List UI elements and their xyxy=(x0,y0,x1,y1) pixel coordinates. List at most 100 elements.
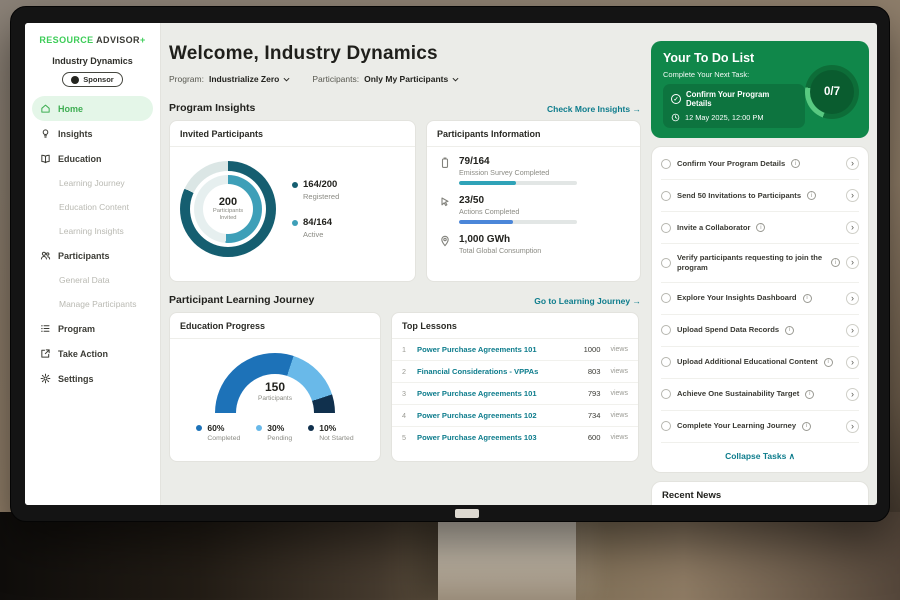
learning-journey-title: Participant Learning Journey xyxy=(169,294,314,306)
info-icon[interactable]: i xyxy=(785,326,794,335)
todo-panel: Your To Do List Complete Your Next Task:… xyxy=(649,23,877,505)
sponsor-icon xyxy=(71,76,79,84)
chevron-right-icon[interactable]: › xyxy=(846,356,859,369)
task-row-send-invitations[interactable]: Send 50 Invitations to Participants i › xyxy=(661,180,859,212)
info-icon[interactable]: i xyxy=(807,191,816,200)
gauge-center-label: Participants xyxy=(215,395,335,402)
checkbox-icon[interactable] xyxy=(661,325,671,335)
chevron-right-icon[interactable]: › xyxy=(846,256,859,269)
info-icon[interactable]: i xyxy=(803,294,812,303)
go-to-learning-journey-link[interactable]: Go to Learning Journey → xyxy=(534,296,641,306)
info-icon[interactable]: i xyxy=(824,358,833,367)
info-icon[interactable]: i xyxy=(802,422,811,431)
checkbox-icon[interactable] xyxy=(661,223,671,233)
consumption-stat: 1,000 GWh Total Global Consumption xyxy=(439,234,628,255)
invited-participants-card: Invited Participants 200 Participants In… xyxy=(169,120,416,282)
checkbox-icon[interactable] xyxy=(661,357,671,367)
donut-center-label: Participants Invited xyxy=(207,208,249,222)
sidebar-item-take-action[interactable]: Take Action xyxy=(25,341,160,366)
sidebar-item-learning-journey[interactable]: Learning Journey xyxy=(25,171,160,195)
task-row-explore-insights[interactable]: Explore Your Insights Dashboard i › xyxy=(661,283,859,315)
info-icon[interactable]: i xyxy=(831,258,840,267)
lightbulb-icon xyxy=(40,128,51,139)
chevron-down-icon xyxy=(452,77,459,82)
task-row-complete-learning-journey[interactable]: Complete Your Learning Journey i › xyxy=(661,411,859,443)
checkbox-icon[interactable] xyxy=(661,421,671,431)
todo-progress-ring: 0/7 xyxy=(805,65,859,119)
lesson-row: 3 Power Purchase Agreements 101 793views xyxy=(392,383,638,405)
book-icon xyxy=(40,153,51,164)
completed-dot-icon xyxy=(196,425,202,431)
arrow-right-icon: → xyxy=(633,296,642,306)
sidebar-item-insights[interactable]: Insights xyxy=(25,121,160,146)
education-progress-title: Education Progress xyxy=(170,313,380,339)
program-insights-cards: Invited Participants 200 Participants In… xyxy=(169,120,641,282)
sidebar-item-learning-insights[interactable]: Learning Insights xyxy=(25,219,160,243)
lesson-link[interactable]: Power Purchase Agreements 102 xyxy=(417,411,581,420)
participants-filter[interactable]: Participants: Only My Participants xyxy=(312,74,459,84)
sidebar-item-program[interactable]: Program xyxy=(25,316,160,341)
legend-item-completed: 60% Completed xyxy=(196,423,240,442)
people-icon xyxy=(40,250,51,261)
check-more-insights-link[interactable]: Check More Insights → xyxy=(547,104,641,114)
task-row-upload-spend-data[interactable]: Upload Spend Data Records i › xyxy=(661,315,859,347)
participants-information-card: Participants Information 79/164 Emission… xyxy=(426,120,641,282)
participants-information-title: Participants Information xyxy=(427,121,640,147)
emission-survey-stat: 79/164 Emission Survey Completed xyxy=(439,156,628,185)
education-gauge-chart: 150 Participants xyxy=(215,353,335,413)
sidebar: RESOURCE ADVISOR+ Industry Dynamics Spon… xyxy=(25,23,161,505)
checkbox-icon[interactable] xyxy=(661,293,671,303)
checkbox-icon[interactable] xyxy=(661,258,671,268)
lesson-link[interactable]: Power Purchase Agreements 103 xyxy=(417,433,581,442)
next-task-box[interactable]: ✓ Confirm Your Program Details 12 May 20… xyxy=(663,84,805,128)
sidebar-item-manage-participants[interactable]: Manage Participants xyxy=(25,292,160,316)
info-icon[interactable]: i xyxy=(791,159,800,168)
chevron-right-icon[interactable]: › xyxy=(846,324,859,337)
emission-progress-bar xyxy=(459,181,577,185)
brand-logo: RESOURCE ADVISOR+ xyxy=(25,35,160,45)
checkbox-icon[interactable] xyxy=(661,159,671,169)
monitor-bezel: RESOURCE ADVISOR+ Industry Dynamics Spon… xyxy=(10,6,890,522)
chevron-right-icon[interactable]: › xyxy=(846,157,859,170)
todo-tasks-card: Confirm Your Program Details i › Send 50… xyxy=(651,146,869,473)
pending-dot-icon xyxy=(256,425,262,431)
cursor-icon xyxy=(439,196,451,208)
chevron-right-icon[interactable]: › xyxy=(846,420,859,433)
sidebar-item-education[interactable]: Education xyxy=(25,146,160,171)
program-filter[interactable]: Program: Industrialize Zero xyxy=(169,74,290,84)
info-icon[interactable]: i xyxy=(805,390,814,399)
chevron-right-icon[interactable]: › xyxy=(846,388,859,401)
chevron-down-icon xyxy=(283,77,290,82)
task-row-achieve-target[interactable]: Achieve One Sustainability Target i › xyxy=(661,379,859,411)
checkbox-icon[interactable] xyxy=(661,389,671,399)
chevron-right-icon[interactable]: › xyxy=(846,189,859,202)
task-row-invite-collaborator[interactable]: Invite a Collaborator i › xyxy=(661,212,859,244)
recent-news-card: Recent News xyxy=(651,481,869,505)
sidebar-item-settings[interactable]: Settings xyxy=(25,366,160,391)
task-row-confirm-program[interactable]: Confirm Your Program Details i › xyxy=(661,148,859,180)
sidebar-item-general-data[interactable]: General Data xyxy=(25,268,160,292)
actions-completed-stat: 23/50 Actions Completed xyxy=(439,195,628,224)
lesson-row: 1 Power Purchase Agreements 101 1000view… xyxy=(392,339,638,361)
education-progress-card: Education Progress 150 Participants 60 xyxy=(169,312,381,462)
checkbox-icon[interactable] xyxy=(661,191,671,201)
task-row-verify-participants[interactable]: Verify participants requesting to join t… xyxy=(661,244,859,283)
lesson-link[interactable]: Power Purchase Agreements 101 xyxy=(417,389,581,398)
invited-participants-title: Invited Participants xyxy=(170,121,415,147)
sidebar-nav: Home Insights Education Learning Journey xyxy=(25,96,160,391)
chevron-right-icon[interactable]: › xyxy=(846,221,859,234)
sidebar-item-participants[interactable]: Participants xyxy=(25,243,160,268)
education-legend: 60% Completed 30% Pending 10% Not Starte… xyxy=(170,423,380,442)
lesson-link[interactable]: Financial Considerations - VPPAs xyxy=(417,367,581,376)
arrow-right-icon: → xyxy=(633,104,642,114)
sidebar-item-education-content[interactable]: Education Content xyxy=(25,195,160,219)
top-lessons-title: Top Lessons xyxy=(392,313,638,339)
monitor-logo xyxy=(455,509,479,518)
legend-item-registered: 164/200 Registered xyxy=(292,179,339,201)
lesson-link[interactable]: Power Purchase Agreements 101 xyxy=(417,345,577,354)
collapse-tasks-link[interactable]: Collapse Tasks ∧ xyxy=(661,443,859,471)
info-icon[interactable]: i xyxy=(756,223,765,232)
sidebar-item-home[interactable]: Home xyxy=(32,96,153,121)
chevron-right-icon[interactable]: › xyxy=(846,292,859,305)
task-row-upload-educational-content[interactable]: Upload Additional Educational Content i … xyxy=(661,347,859,379)
